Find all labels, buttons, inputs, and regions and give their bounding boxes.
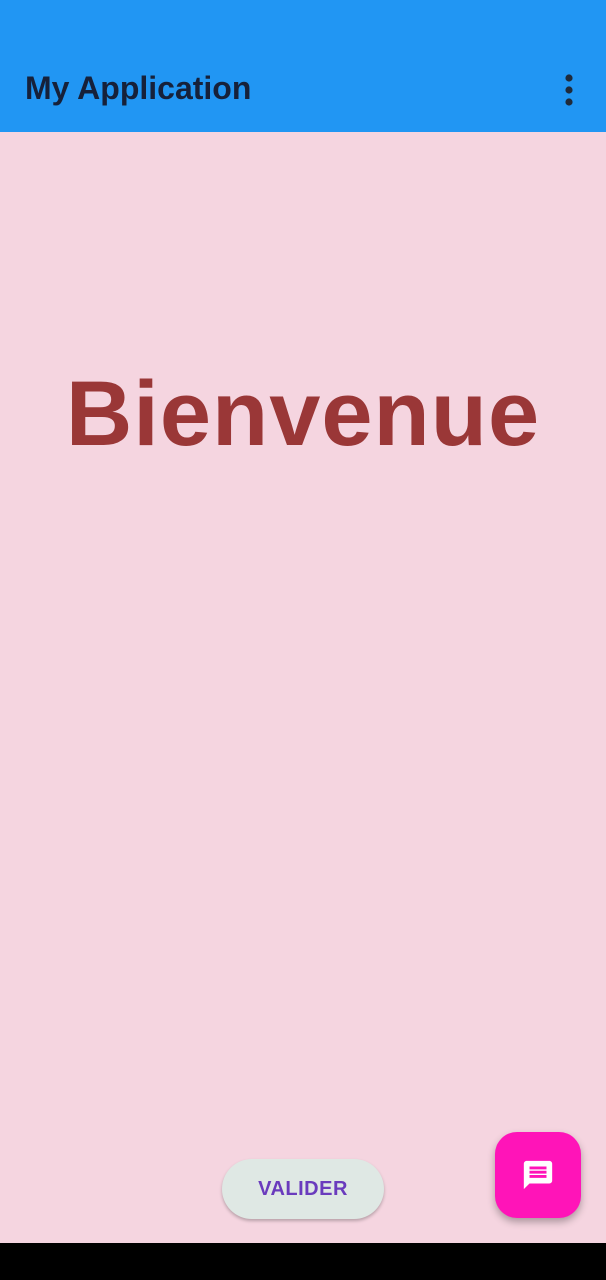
message-fab[interactable] (495, 1132, 581, 1218)
welcome-heading: Bienvenue (65, 363, 541, 465)
app-bar: My Application (0, 0, 606, 132)
main-content: Bienvenue VALIDER (0, 132, 606, 1243)
system-navigation-bar (0, 1243, 606, 1280)
app-title: My Application (25, 70, 252, 106)
more-vert-icon (565, 74, 573, 106)
overflow-menu-button[interactable] (549, 66, 589, 114)
message-icon (523, 1160, 553, 1190)
validate-button[interactable]: VALIDER (222, 1159, 384, 1219)
app-screen: My Application Bienvenue VALIDER (0, 0, 606, 1280)
